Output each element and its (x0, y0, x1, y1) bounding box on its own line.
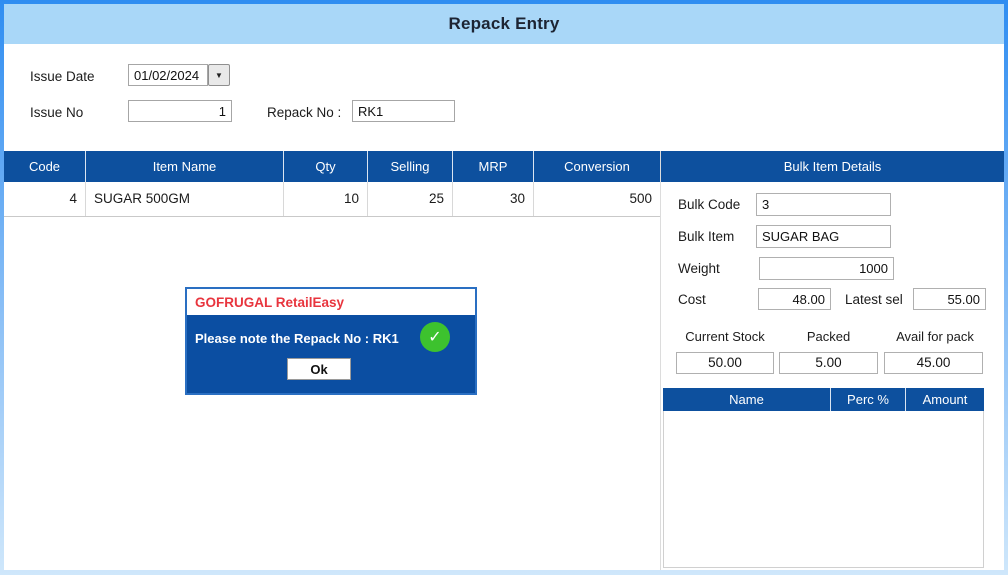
current-stock-label: Current Stock (685, 329, 765, 344)
issue-date-input[interactable] (128, 64, 208, 86)
ok-button[interactable]: Ok (287, 358, 351, 380)
column-header-name: Name (663, 388, 831, 411)
row-cell-item-name: SUGAR 500GM (86, 182, 284, 216)
charges-table-body (663, 411, 984, 568)
column-header-conversion: Conversion (564, 159, 630, 174)
repack-no-input[interactable] (352, 100, 455, 122)
packed-label: Packed (806, 329, 851, 344)
table-row[interactable]: 4 SUGAR 500GM 10 25 30 500 (4, 182, 660, 217)
latest-sel-input[interactable] (913, 288, 986, 310)
issue-date-label: Issue Date (30, 69, 95, 84)
dialog-body: Please note the Repack No : RK1 ✓ Ok (187, 315, 475, 393)
current-stock-value: 50.00 (676, 352, 774, 374)
column-header-perc: Perc % (831, 388, 906, 411)
column-header-qty: Qty (284, 151, 368, 182)
issue-no-input[interactable] (128, 100, 232, 122)
bulk-panel-header: Bulk Item Details (661, 151, 1004, 182)
window-content: Repack Entry Issue Date ▼ Issue No Repac… (4, 4, 1004, 570)
dropdown-arrow-icon: ▼ (215, 70, 223, 80)
row-cell-selling: 25 (368, 182, 453, 216)
page-title: Repack Entry (448, 14, 560, 33)
check-icon: ✓ (428, 329, 442, 346)
avail-for-pack-label: Avail for pack (896, 329, 974, 344)
column-header-mrp: MRP (453, 151, 534, 182)
row-cell-mrp: 30 (453, 182, 534, 216)
bulk-item-label: Bulk Item (678, 229, 735, 244)
weight-label: Weight (678, 261, 720, 276)
repack-entry-window: Repack Entry Issue Date ▼ Issue No Repac… (0, 0, 1008, 575)
avail-for-pack-value: 45.00 (884, 352, 983, 374)
latest-sel-label: Latest sel (845, 292, 903, 307)
bulk-code-input[interactable] (756, 193, 891, 216)
items-table-header: Code Item Name Qty Selling MRP Conversio… (4, 151, 660, 182)
dialog-title: GOFRUGAL RetailEasy (195, 294, 345, 310)
issue-no-label: Issue No (30, 105, 84, 120)
row-cell-qty: 10 (284, 182, 368, 216)
charges-table: Name Perc % Amount (663, 388, 984, 568)
bulk-item-input[interactable] (756, 225, 891, 248)
bulk-code-label: Bulk Code (678, 197, 741, 212)
row-cell-code: 4 (4, 182, 86, 216)
repack-no-label: Repack No : (267, 105, 342, 120)
cost-input[interactable] (758, 288, 831, 310)
check-circle-icon: ✓ (420, 322, 450, 352)
column-header-code: Code (4, 151, 86, 182)
window-titlebar: Repack Entry (4, 4, 1004, 44)
weight-input[interactable] (759, 257, 894, 280)
column-header-selling: Selling (368, 151, 453, 182)
issue-date-dropdown-button[interactable]: ▼ (208, 64, 230, 86)
bulk-item-details-panel: Bulk Item Details Bulk Code Bulk Item We… (660, 151, 1004, 570)
dialog-titlebar: GOFRUGAL RetailEasy (187, 289, 475, 315)
row-cell-conversion: 500 (629, 191, 652, 206)
message-dialog: GOFRUGAL RetailEasy Please note the Repa… (185, 287, 477, 395)
bulk-panel-title: Bulk Item Details (783, 159, 882, 174)
cost-label: Cost (678, 292, 706, 307)
charges-table-header: Name Perc % Amount (663, 388, 984, 411)
dialog-message: Please note the Repack No : RK1 (195, 331, 399, 346)
column-header-amount: Amount (922, 392, 968, 407)
packed-value: 5.00 (779, 352, 878, 374)
column-header-item-name: Item Name (86, 151, 284, 182)
